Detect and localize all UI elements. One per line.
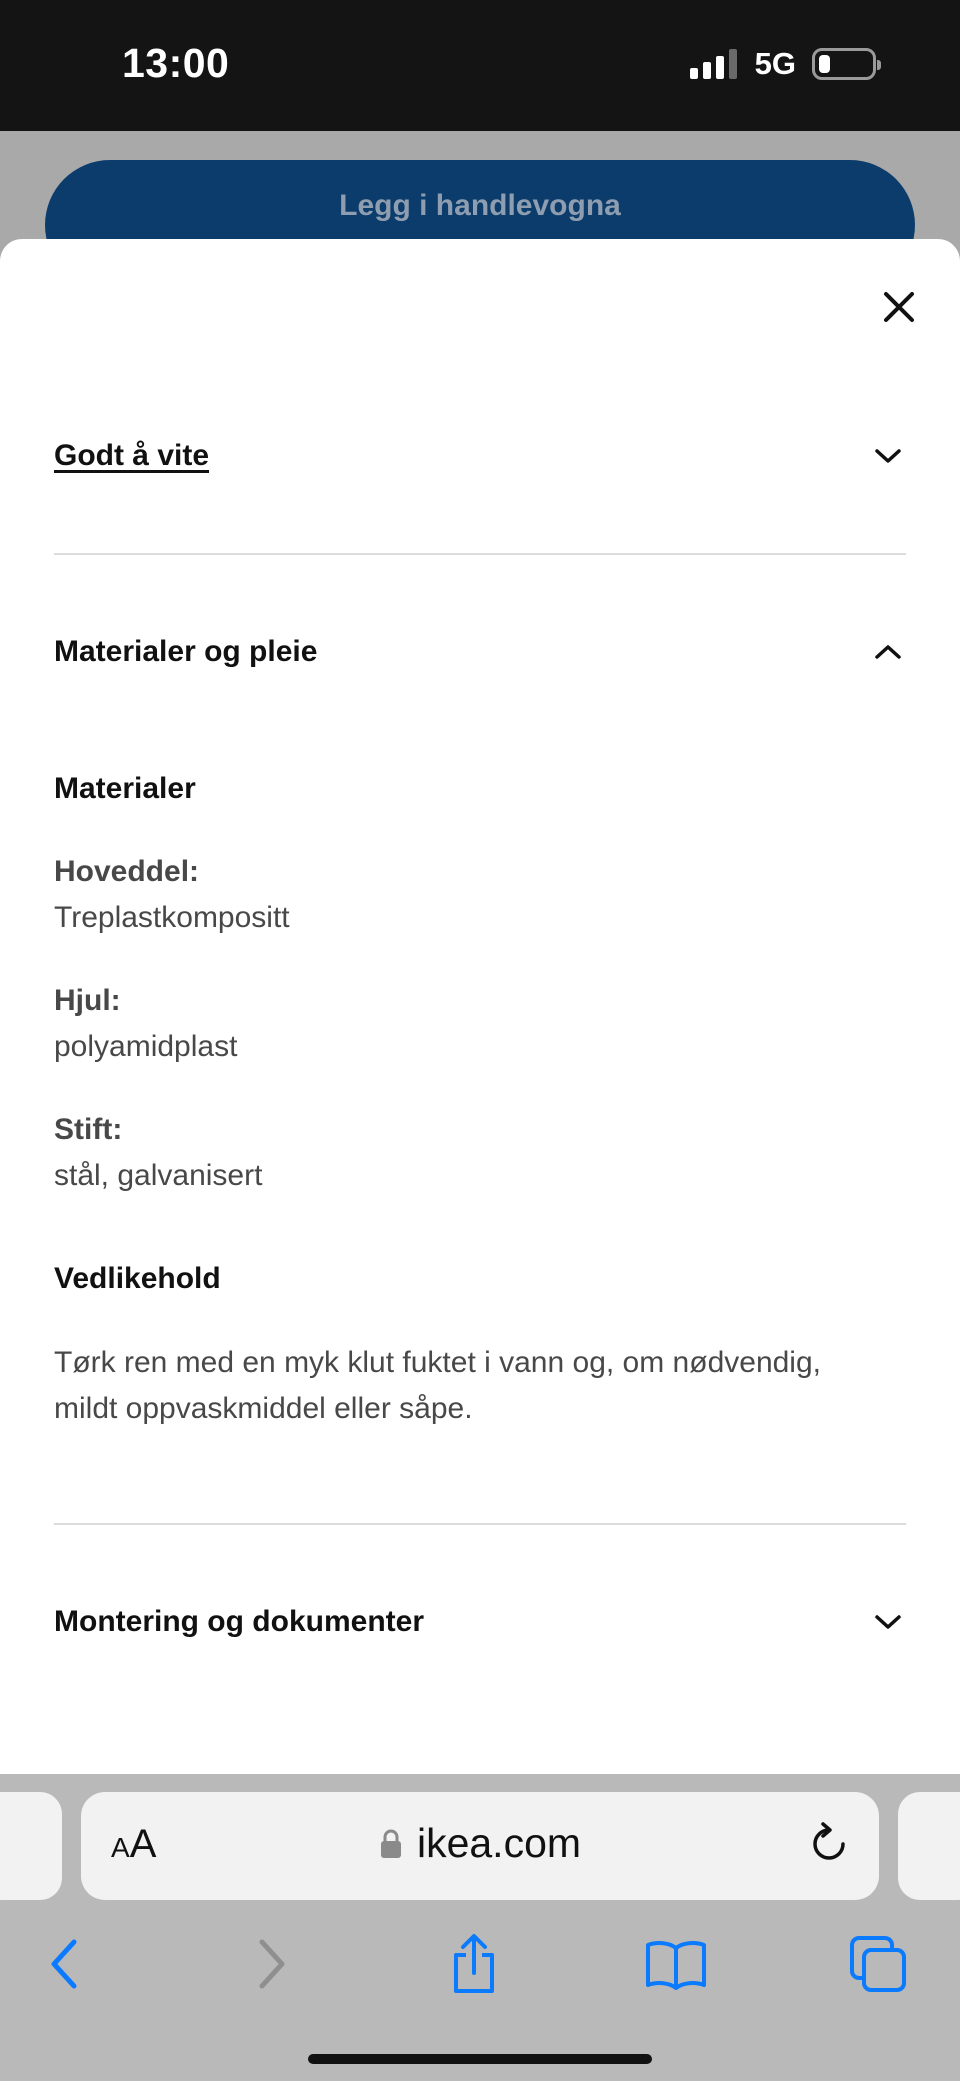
browser-toolbar bbox=[0, 1924, 960, 2014]
tabs-icon bbox=[850, 1936, 906, 1992]
lock-icon bbox=[379, 1828, 403, 1860]
material-value: Treplastkompositt bbox=[54, 901, 290, 934]
close-icon bbox=[884, 292, 914, 322]
network-label: 5G bbox=[754, 46, 796, 81]
bookmarks-button[interactable] bbox=[636, 1924, 716, 2004]
status-indicators: 5G bbox=[689, 46, 881, 82]
tabs-button[interactable] bbox=[838, 1924, 918, 2004]
reload-icon bbox=[813, 1822, 845, 1860]
url-text: ikea.com bbox=[416, 1820, 582, 1866]
status-bar: 13:00 5G bbox=[0, 0, 960, 131]
home-indicator bbox=[308, 2054, 652, 2064]
care-line: Tørk ren med en myk klut fuktet i vann o… bbox=[54, 1346, 821, 1379]
url-display[interactable]: ikea.com bbox=[81, 1820, 879, 1867]
care-line: mildt oppvaskmiddel eller såpe. bbox=[54, 1392, 473, 1425]
back-icon bbox=[51, 1939, 77, 1989]
material-value: stål, galvanisert bbox=[54, 1159, 263, 1192]
back-button[interactable] bbox=[24, 1924, 104, 2004]
care-instructions: Tørk ren med en myk klut fuktet i vann o… bbox=[54, 1340, 914, 1432]
browser-bar: AA ikea.com bbox=[0, 1774, 960, 2081]
previous-tab-preview[interactable] bbox=[0, 1792, 62, 1900]
forward-icon bbox=[259, 1939, 285, 1989]
section-title: Montering og dokumenter bbox=[54, 1605, 424, 1638]
material-label: Hoveddel: bbox=[54, 855, 200, 888]
chevron-down-icon bbox=[870, 438, 906, 474]
material-value: polyamidplast bbox=[54, 1030, 238, 1063]
section-materialer-og-pleie[interactable]: Materialer og pleie bbox=[54, 612, 906, 692]
chevron-down-icon bbox=[870, 1604, 906, 1640]
care-heading: Vedlikehold bbox=[54, 1262, 221, 1295]
reload-button[interactable] bbox=[807, 1820, 851, 1873]
section-title: Godt å vite bbox=[54, 439, 210, 472]
next-tab-preview[interactable] bbox=[898, 1792, 960, 1900]
forward-button[interactable] bbox=[232, 1924, 312, 2004]
share-icon bbox=[454, 1934, 494, 1993]
signal-icon bbox=[689, 49, 737, 79]
bookmarks-icon bbox=[646, 1941, 706, 1990]
section-montering-og-dokumenter[interactable]: Montering og dokumenter bbox=[54, 1582, 906, 1662]
material-label: Hjul: bbox=[54, 984, 121, 1017]
close-button[interactable] bbox=[872, 280, 926, 334]
section-godt-a-vite[interactable]: Godt å vite bbox=[54, 416, 906, 496]
status-time: 13:00 bbox=[122, 40, 230, 86]
material-label: Stift: bbox=[54, 1113, 123, 1146]
divider bbox=[54, 553, 906, 555]
section-title: Materialer og pleie bbox=[54, 635, 318, 668]
address-bar[interactable]: AA ikea.com bbox=[81, 1792, 879, 1900]
share-button[interactable] bbox=[434, 1924, 514, 2004]
chevron-up-icon bbox=[870, 634, 906, 670]
battery-icon bbox=[812, 48, 881, 80]
materials-heading: Materialer bbox=[54, 772, 196, 805]
divider bbox=[54, 1523, 906, 1525]
